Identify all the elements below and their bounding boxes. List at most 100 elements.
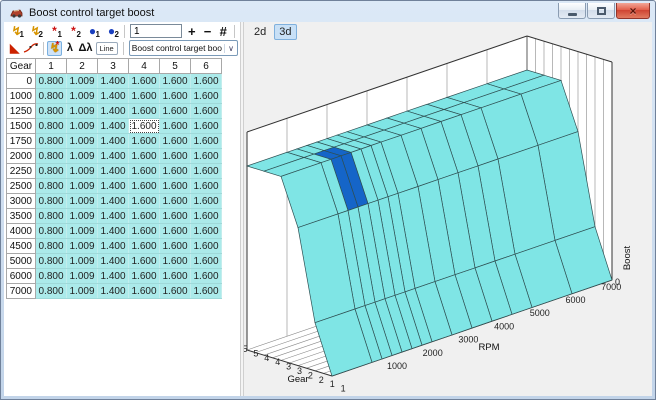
table-cell[interactable]: 1.600 [160, 224, 191, 239]
titlebar[interactable]: Boost control target boost × [4, 1, 652, 22]
table-cell[interactable]: 1.400 [98, 224, 129, 239]
table-cell[interactable]: 1.400 [98, 284, 129, 299]
table-cell[interactable]: 0.800 [36, 104, 67, 119]
row-header[interactable]: 3000 [7, 194, 36, 209]
row-header[interactable]: 2000 [7, 149, 36, 164]
set-value-1-button[interactable]: ●1 [83, 24, 102, 39]
table-cell[interactable]: 0.800 [36, 119, 67, 134]
row-header[interactable]: 7000 [7, 284, 36, 299]
table-cell[interactable]: 1.600 [129, 164, 160, 179]
table-cell[interactable]: 1.600 [160, 149, 191, 164]
table-cell[interactable]: 1.400 [98, 209, 129, 224]
table-cell[interactable]: 1.600 [191, 149, 222, 164]
table-cell[interactable]: 0.800 [36, 284, 67, 299]
row-header[interactable]: 5000 [7, 254, 36, 269]
table-cell[interactable]: 1.600 [191, 119, 222, 134]
row-header[interactable]: 6000 [7, 269, 36, 284]
col-header[interactable]: 1 [36, 59, 67, 74]
table-cell[interactable]: 1.600 [191, 239, 222, 254]
table-cell[interactable]: 1.600 [160, 89, 191, 104]
table-cell[interactable]: 1.600 [160, 239, 191, 254]
table-cell[interactable]: 1.009 [67, 224, 98, 239]
table-cell[interactable]: 0.800 [36, 239, 67, 254]
table-cell[interactable]: 0.800 [36, 224, 67, 239]
table-cell[interactable]: 1.600 [129, 254, 160, 269]
table-cell[interactable]: 1.400 [98, 194, 129, 209]
table-cell[interactable]: 1.600 [160, 74, 191, 89]
table-cell[interactable]: 1.400 [98, 74, 129, 89]
increment-1-button[interactable]: ↯1 [7, 24, 26, 39]
table-cell[interactable]: 1.009 [67, 239, 98, 254]
tab-2d[interactable]: 2d [249, 24, 271, 40]
table-cell[interactable]: 1.009 [67, 179, 98, 194]
table-cell[interactable]: 0.800 [36, 209, 67, 224]
row-header[interactable]: 0 [7, 74, 36, 89]
table-cell[interactable]: 1.400 [98, 179, 129, 194]
row-header[interactable]: 1500 [7, 119, 36, 134]
table-cell[interactable]: 1.600 [191, 194, 222, 209]
table-cell[interactable]: 1.400 [98, 104, 129, 119]
table-cell[interactable]: 0.800 [36, 89, 67, 104]
table-cell[interactable]: 1.009 [67, 149, 98, 164]
table-cell[interactable]: 1.600 [160, 179, 191, 194]
table-cell[interactable]: 1.600 [160, 194, 191, 209]
table-cell[interactable]: 1.600 [191, 224, 222, 239]
table-cell[interactable]: 0.800 [36, 194, 67, 209]
row-header[interactable]: 2250 [7, 164, 36, 179]
table-cell[interactable]: 1.600 [191, 89, 222, 104]
table-cell[interactable]: 1.600 [160, 284, 191, 299]
table-cell[interactable]: 1.009 [67, 119, 98, 134]
table-cell[interactable]: 1.600 [129, 284, 160, 299]
increment-2-button[interactable]: ↯2 [26, 24, 45, 39]
table-cell[interactable]: 1.400 [98, 119, 129, 134]
table-cell[interactable]: 1.600 [129, 104, 160, 119]
table-cell[interactable]: 1.600 [160, 254, 191, 269]
maximize-button[interactable] [587, 3, 615, 19]
table-cell[interactable]: 1.009 [67, 164, 98, 179]
table-cell[interactable]: 1.600 [191, 284, 222, 299]
table-cell[interactable]: 0.800 [36, 179, 67, 194]
line-button[interactable]: Line [96, 42, 118, 55]
row-header[interactable]: 2500 [7, 179, 36, 194]
step-value-input[interactable] [130, 24, 182, 38]
table-cell[interactable]: 1.009 [67, 134, 98, 149]
table-cell[interactable]: 1.600 [129, 119, 160, 134]
delta-lambda-button[interactable]: Δλ [78, 41, 94, 56]
table-cell[interactable]: 0.800 [36, 134, 67, 149]
table-cell[interactable]: 0.800 [36, 269, 67, 284]
bolt-asterisk-button[interactable]: ↯ * [47, 41, 62, 56]
table-cell[interactable]: 1.600 [160, 134, 191, 149]
table-cell[interactable]: 1.600 [191, 269, 222, 284]
table-cell[interactable]: 1.600 [191, 164, 222, 179]
table-cell[interactable]: 1.600 [160, 104, 191, 119]
row-header[interactable]: 4500 [7, 239, 36, 254]
decrease-button[interactable]: − [200, 24, 216, 39]
lambda-button[interactable]: λ [62, 41, 77, 56]
table-cell[interactable]: 1.009 [67, 89, 98, 104]
table-cell[interactable]: 1.600 [191, 74, 222, 89]
table-cell[interactable]: 1.600 [129, 149, 160, 164]
table-cell[interactable]: 1.600 [191, 134, 222, 149]
table-cell[interactable]: 1.400 [98, 254, 129, 269]
close-button[interactable]: × [616, 3, 650, 19]
col-header[interactable]: 2 [67, 59, 98, 74]
table-cell[interactable]: 1.600 [160, 269, 191, 284]
table-cell[interactable]: 1.400 [98, 239, 129, 254]
table-cell[interactable]: 1.400 [98, 149, 129, 164]
row-header[interactable]: 1250 [7, 104, 36, 119]
table-cell[interactable]: 0.800 [36, 74, 67, 89]
map-selector-dropdown[interactable]: Boost control target boo ∨ [129, 40, 238, 56]
table-cell[interactable]: 1.600 [191, 104, 222, 119]
table-cell[interactable]: 1.600 [129, 269, 160, 284]
table-cell[interactable]: 0.800 [36, 254, 67, 269]
table-cell[interactable]: 1.600 [129, 239, 160, 254]
col-header[interactable]: 6 [191, 59, 222, 74]
scale-2-button[interactable]: *2 [64, 24, 83, 39]
table-cell[interactable]: 1.600 [191, 179, 222, 194]
table-cell[interactable]: 1.600 [129, 224, 160, 239]
minimize-button[interactable] [558, 3, 586, 19]
trace-button[interactable] [22, 41, 40, 56]
table-cell[interactable]: 1.400 [98, 89, 129, 104]
col-header[interactable]: 3 [98, 59, 129, 74]
grid-size-button[interactable]: # [215, 24, 231, 39]
